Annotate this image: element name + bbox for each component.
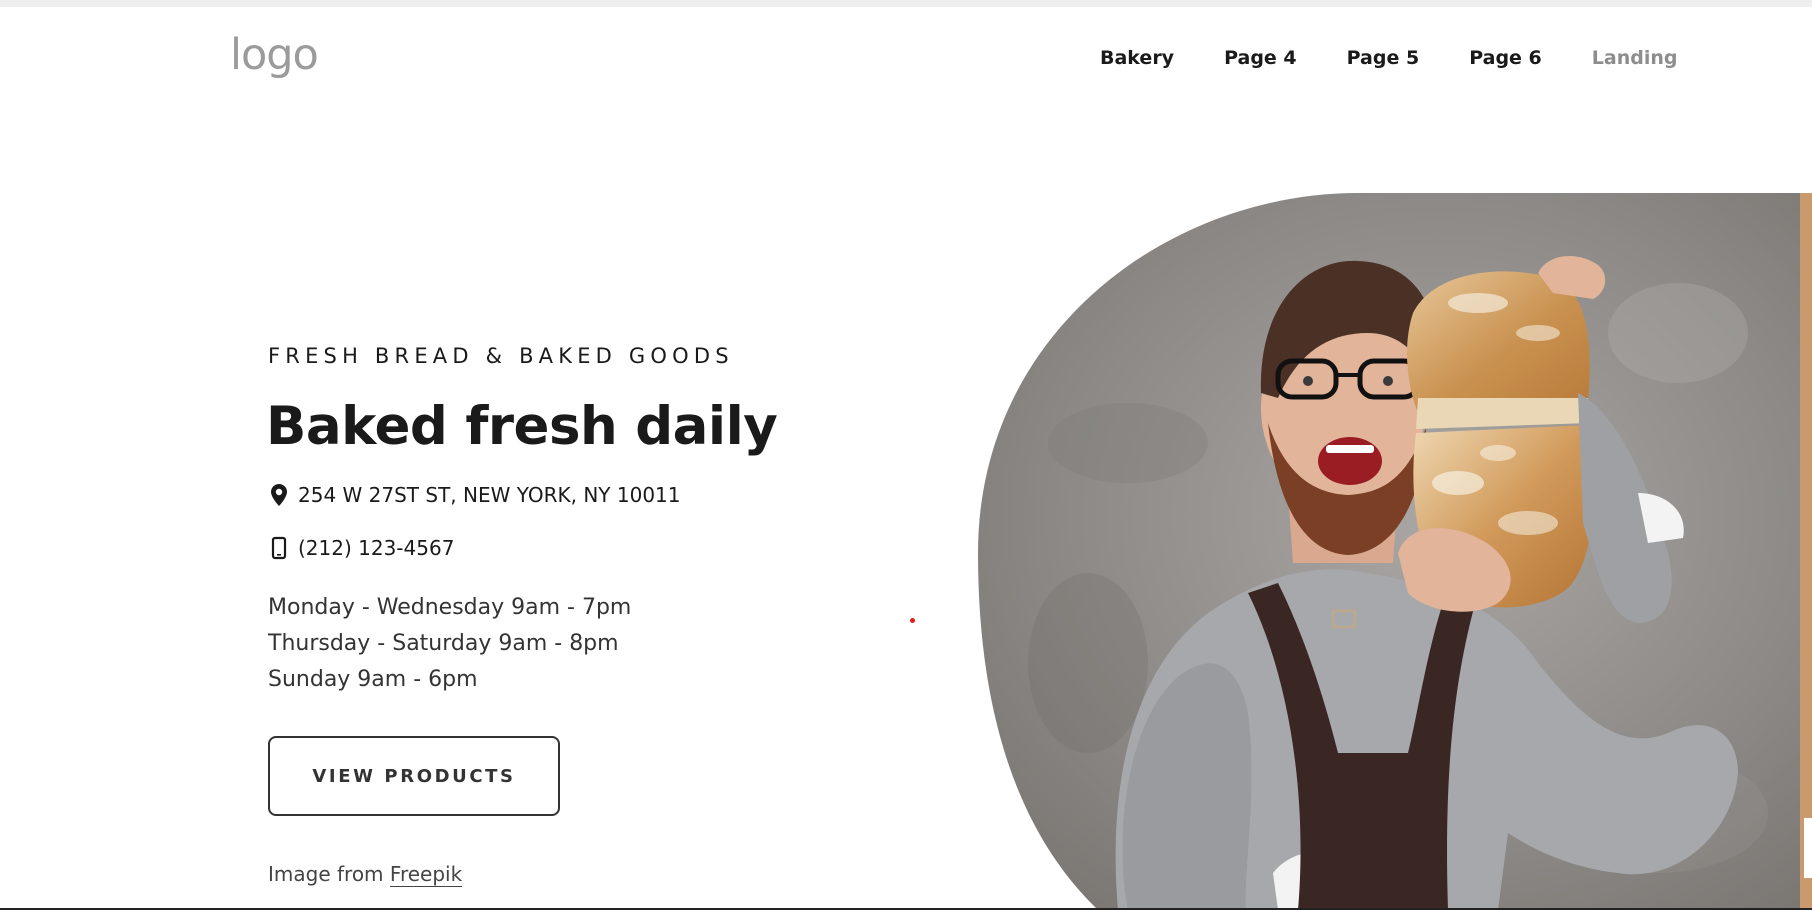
nav-link-page-4[interactable]: Page 4 bbox=[1224, 45, 1297, 71]
image-credit: Image from Freepik bbox=[268, 862, 463, 887]
mobile-phone-icon bbox=[268, 535, 290, 561]
hero-eyebrow: FRESH BREAD & BAKED GOODS bbox=[268, 344, 734, 368]
map-pin-icon bbox=[268, 482, 290, 508]
scroll-tab bbox=[1804, 818, 1812, 878]
freepik-link[interactable]: Freepik bbox=[389, 862, 463, 887]
nav-link-page-6[interactable]: Page 6 bbox=[1469, 45, 1542, 71]
main-nav: Bakery Page 4 Page 5 Page 6 Landing bbox=[1100, 45, 1677, 71]
nav-link-landing[interactable]: Landing bbox=[1592, 45, 1678, 71]
phone-row: (212) 123-4567 bbox=[268, 535, 454, 561]
image-credit-prefix: Image from bbox=[268, 862, 390, 886]
address-row: 254 W 27ST ST, NEW YORK, NY 10011 bbox=[268, 482, 681, 508]
phone-text: (212) 123-4567 bbox=[298, 536, 455, 560]
hero-image-baker-with-bread bbox=[978, 193, 1812, 910]
nav-link-page-5[interactable]: Page 5 bbox=[1347, 45, 1420, 71]
nav-link-bakery[interactable]: Bakery bbox=[1100, 45, 1174, 71]
address-text: 254 W 27ST ST, NEW YORK, NY 10011 bbox=[298, 483, 681, 507]
accent-dot bbox=[910, 618, 915, 623]
hero-headline: Baked fresh daily bbox=[266, 396, 778, 457]
hours-line: Thursday - Saturday 9am - 8pm bbox=[268, 631, 619, 656]
hours-line: Sunday 9am - 6pm bbox=[268, 667, 478, 692]
opening-hours: Monday - Wednesday 9am - 7pm Thursday - … bbox=[268, 590, 631, 698]
logo[interactable]: logo bbox=[230, 26, 319, 84]
browser-top-strip bbox=[0, 0, 1812, 7]
page: logo Bakery Page 4 Page 5 Page 6 Landing… bbox=[0, 0, 1812, 910]
hours-line: Monday - Wednesday 9am - 7pm bbox=[268, 595, 632, 620]
view-products-button[interactable]: VIEW PRODUCTS bbox=[268, 736, 560, 816]
hero-image-edge bbox=[1800, 193, 1812, 910]
